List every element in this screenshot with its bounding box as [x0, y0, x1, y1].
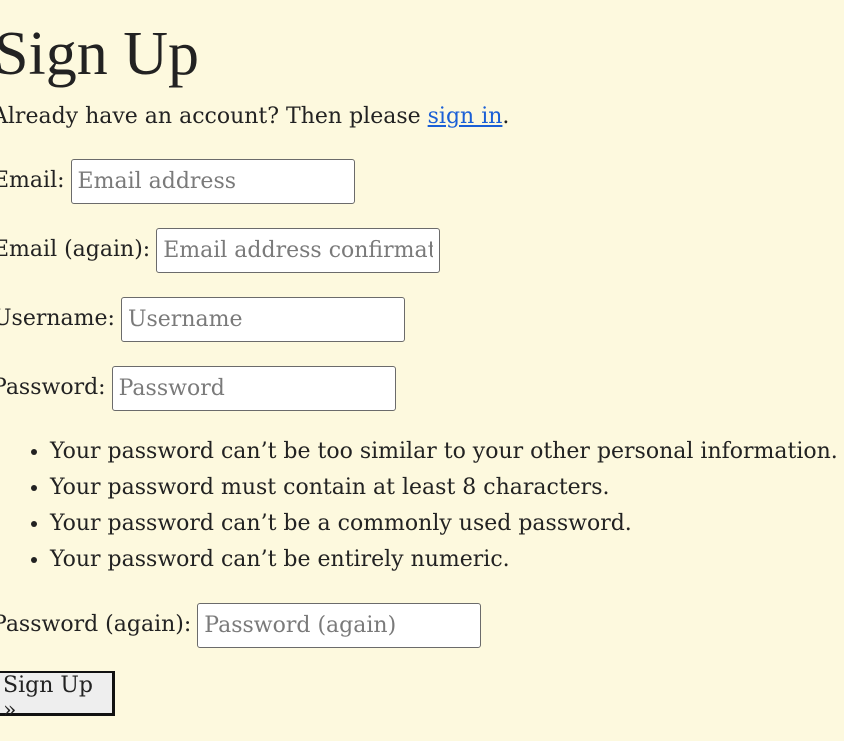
password-again-label: Password (again):	[0, 612, 192, 637]
password-help-item: Your password can’t be entirely numeric.	[50, 542, 838, 578]
password-again-input[interactable]	[197, 602, 482, 648]
signup-page: Sign Up Already have an account? Then pl…	[0, 0, 844, 741]
password-help-item: Your password can’t be too similar to yo…	[50, 434, 838, 470]
password-help-item: Your password must contain at least 8 ch…	[50, 470, 838, 506]
username-label: Username:	[0, 306, 115, 331]
password-row: Password:	[0, 365, 396, 411]
password-label: Password:	[0, 375, 106, 400]
username-input[interactable]	[120, 296, 405, 342]
password-input[interactable]	[111, 365, 396, 411]
email-again-label: Email (again):	[0, 237, 151, 262]
page-title: Sign Up	[0, 20, 199, 88]
sign-up-button[interactable]: Sign Up »	[0, 671, 115, 723]
email-again-row: Email (again):	[0, 227, 441, 273]
sign-in-link[interactable]: sign in	[428, 104, 503, 129]
signin-prompt-period: .	[502, 104, 510, 129]
email-row: Email:	[0, 158, 355, 204]
email-label: Email:	[0, 168, 65, 193]
password-help-item: Your password can’t be a commonly used p…	[50, 506, 838, 542]
signin-prompt: Already have an account? Then please sig…	[0, 101, 509, 133]
email-input[interactable]	[70, 158, 355, 204]
email-again-input[interactable]	[156, 227, 441, 273]
password-again-row: Password (again):	[0, 602, 482, 648]
signin-prompt-text: Already have an account? Then please	[0, 104, 428, 129]
password-help-list: Your password can’t be too similar to yo…	[0, 434, 838, 578]
username-row: Username:	[0, 296, 405, 342]
